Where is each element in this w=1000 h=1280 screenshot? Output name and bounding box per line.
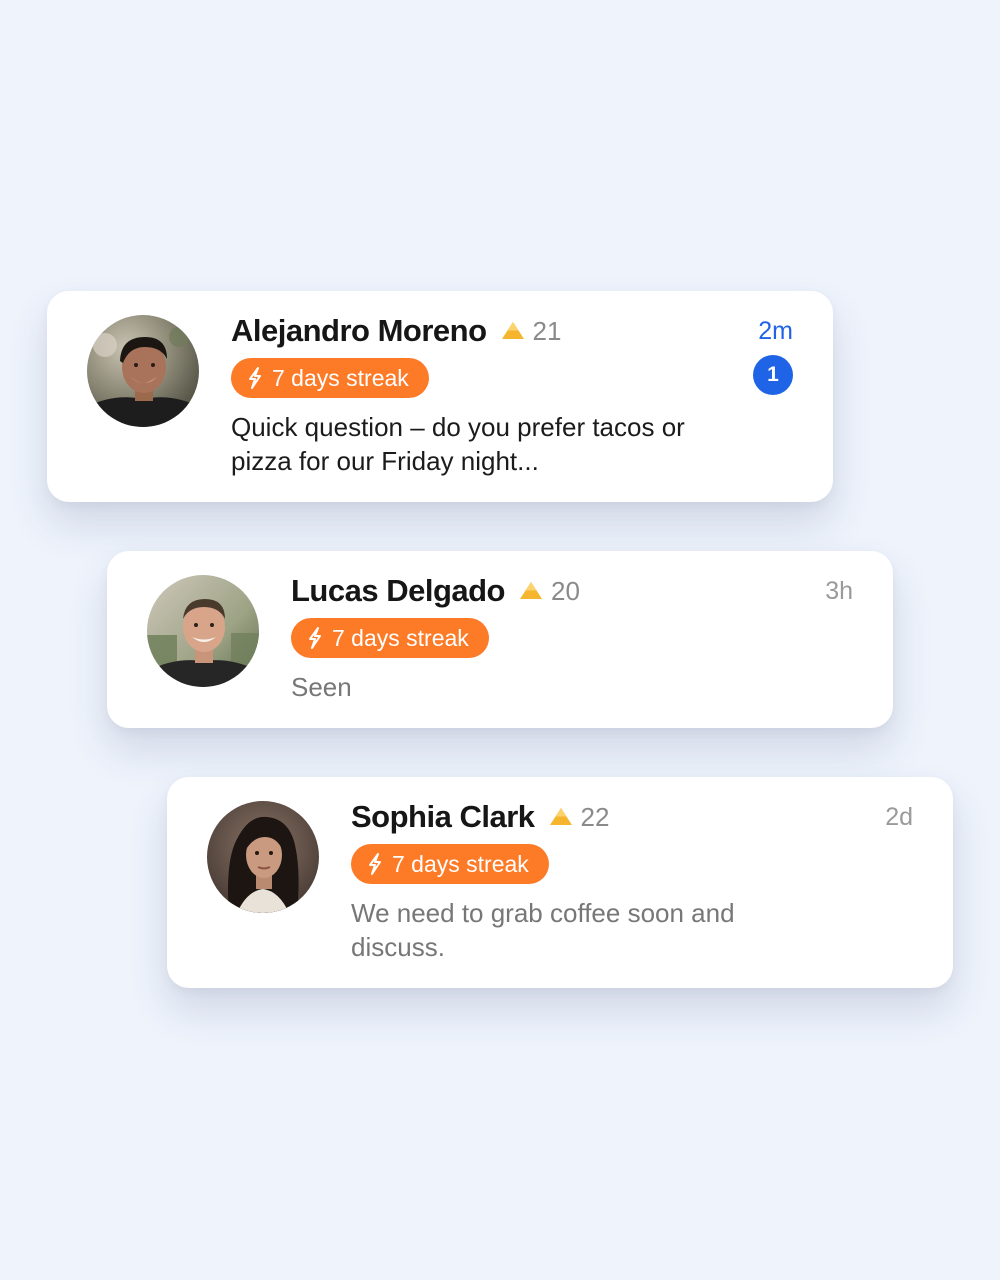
contact-name: Lucas Delgado <box>291 573 506 608</box>
streak-badge: 7 days streak <box>291 618 489 658</box>
bolt-icon <box>305 626 325 650</box>
streak-label: 7 days streak <box>392 850 529 877</box>
contact-name: Sophia Clark <box>351 799 535 834</box>
avatar <box>207 801 319 913</box>
avatar <box>147 575 259 687</box>
streak-label: 7 days streak <box>272 364 409 391</box>
avatar <box>87 315 199 427</box>
timestamp: 2d <box>885 803 913 831</box>
streak-badge: 7 days streak <box>231 358 429 398</box>
triangle-rank-icon <box>519 581 543 601</box>
streak-badge: 7 days streak <box>351 844 549 884</box>
message-preview: We need to grab coffee soon and discuss. <box>351 898 735 962</box>
conversation-card-sophia[interactable]: Sophia Clark 22 7 days streak We need to… <box>167 777 953 988</box>
timestamp: 3h <box>825 577 853 605</box>
message-preview: Seen <box>291 672 352 702</box>
conversation-card-alejandro[interactable]: Alejandro Moreno 21 7 days streak Quick … <box>47 291 833 502</box>
message-preview: Quick question – do you prefer tacos or … <box>231 412 685 476</box>
conversation-card-lucas[interactable]: Lucas Delgado 20 7 days streak Seen 3h <box>107 551 893 728</box>
level-count: 20 <box>551 575 580 606</box>
level-count: 21 <box>532 315 562 346</box>
triangle-rank-icon <box>549 807 573 827</box>
contact-name: Alejandro Moreno <box>231 313 487 348</box>
bolt-icon <box>365 852 385 876</box>
bolt-icon <box>245 366 265 390</box>
timestamp: 2m <box>758 317 793 345</box>
level-count: 22 <box>580 801 610 832</box>
triangle-rank-icon <box>501 321 525 341</box>
streak-label: 7 days streak <box>332 624 469 651</box>
unread-count-badge: 1 <box>753 355 793 395</box>
